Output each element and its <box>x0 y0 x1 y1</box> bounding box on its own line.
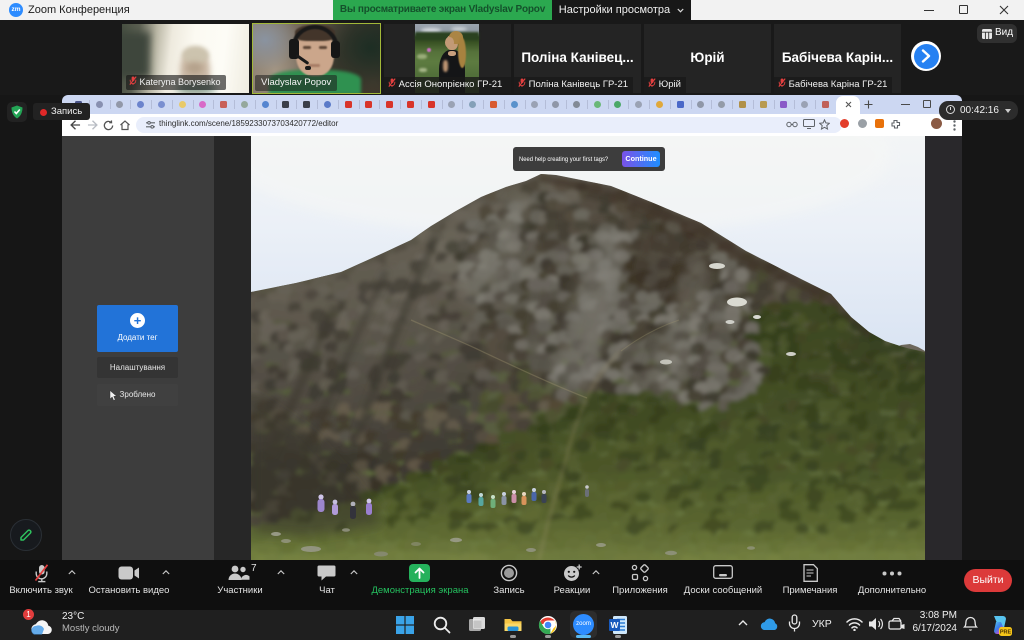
svg-text:W: W <box>610 620 619 630</box>
svg-text:PRE: PRE <box>1000 630 1012 636</box>
